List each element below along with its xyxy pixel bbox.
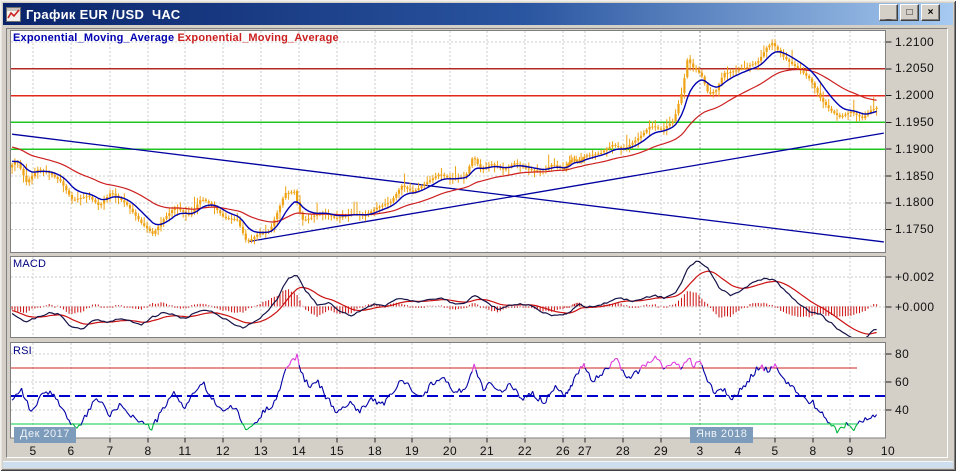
y-tick-label: 1.1750 xyxy=(895,222,935,237)
y-tick-label: 80 xyxy=(895,346,910,361)
x-tick-label: 29 xyxy=(653,444,669,458)
x-tick-label: 10 xyxy=(880,444,896,458)
y-tick-label: 1.1800 xyxy=(895,195,935,210)
ema-fast-label: Exponential_Moving_Average xyxy=(13,32,175,44)
x-tick-label: 3 xyxy=(696,444,704,458)
y-tick-label: 1.2050 xyxy=(895,61,935,76)
x-tick-label: 18 xyxy=(367,444,383,458)
x-tick-label: 19 xyxy=(404,444,420,458)
x-tick-label: 22 xyxy=(517,444,533,458)
x-tick-label: 5 xyxy=(771,444,779,458)
y-tick-label: 40 xyxy=(895,402,910,417)
y-tick-label: 1.1900 xyxy=(895,141,935,156)
month-badge-dec: Дек 2017 xyxy=(14,427,76,443)
y-tick-label: 1.2100 xyxy=(895,34,935,49)
chart-window: График EUR /USD ЧАС _ □ × Exponential_Mo… xyxy=(0,0,956,471)
x-tick-label: 8 xyxy=(809,444,817,458)
x-tick-label: 12 xyxy=(215,444,231,458)
x-tick-label: 28 xyxy=(615,444,631,458)
y-tick-label: 1.1950 xyxy=(895,114,935,129)
x-tick-label: 11 xyxy=(178,444,192,458)
x-tick-label: 13 xyxy=(253,444,269,458)
x-tick-label: 4 xyxy=(734,444,742,458)
x-tick-label: 27 xyxy=(577,444,593,458)
x-tick-label: 7 xyxy=(106,444,114,458)
x-tick-label: 5 xyxy=(29,444,37,458)
indicator-labels: Exponential_Moving_Average Exponential_M… xyxy=(13,32,339,44)
bottom-strip xyxy=(3,461,953,468)
y-tick-label: +0.000 xyxy=(895,299,935,314)
x-tick-label: 20 xyxy=(442,444,458,458)
chart-canvas[interactable] xyxy=(0,0,956,471)
x-tick-label: 15 xyxy=(329,444,345,458)
y-tick-label: 60 xyxy=(895,374,910,389)
y-tick-label: +0.002 xyxy=(895,269,935,284)
x-tick-label: 8 xyxy=(144,444,152,458)
ema-slow-label: Exponential_Moving_Average xyxy=(177,32,339,44)
macd-label: MACD xyxy=(13,258,47,270)
x-tick-label: 14 xyxy=(291,444,307,458)
x-tick-label: 21 xyxy=(479,444,495,458)
y-tick-label: 1.1850 xyxy=(895,168,935,183)
x-tick-label: 9 xyxy=(846,444,854,458)
rsi-label: RSI xyxy=(13,345,32,357)
x-tick-label: 6 xyxy=(67,444,75,458)
y-tick-label: 1.2000 xyxy=(895,88,935,103)
month-badge-jan: Янв 2018 xyxy=(690,427,754,443)
